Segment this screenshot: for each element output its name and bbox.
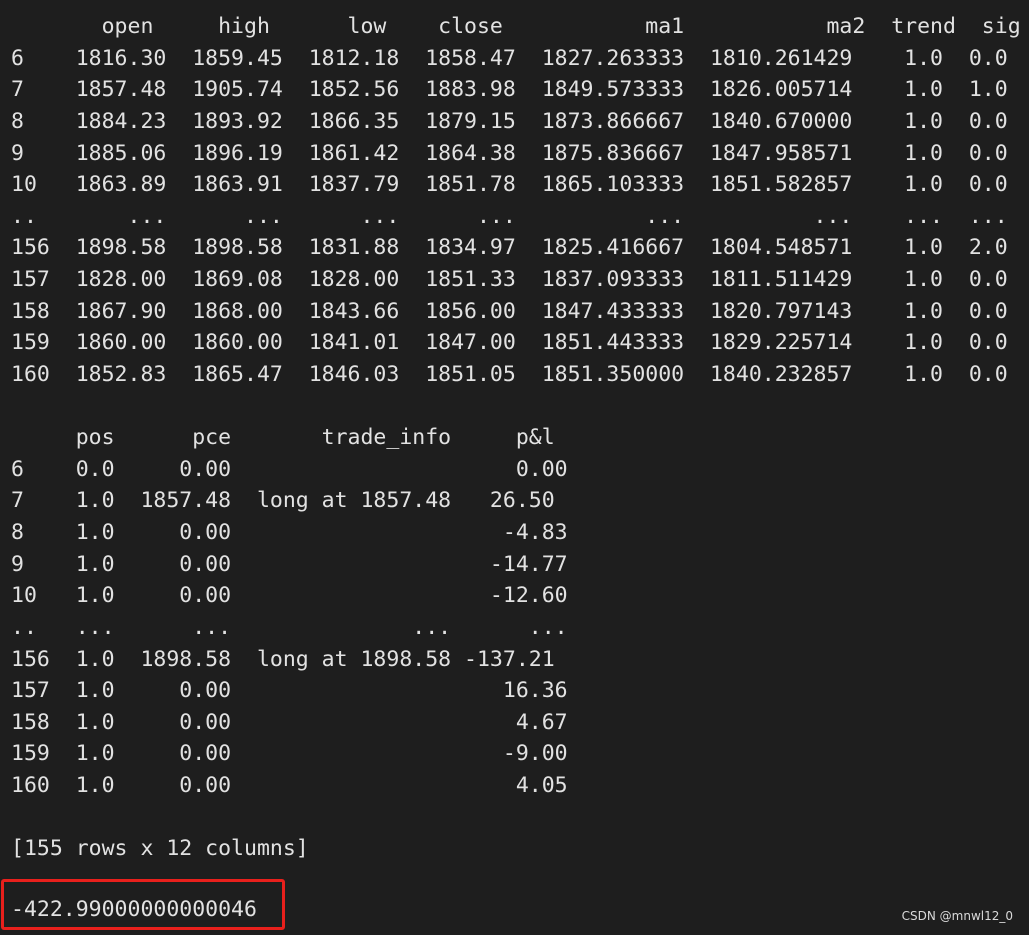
table2-ellipsis-row: .. ... ... ... ... (11, 615, 568, 640)
table2-row: 9 1.0 0.00 -14.77 (11, 552, 568, 577)
table1-row: 160 1852.83 1865.47 1846.03 1851.05 1851… (11, 362, 1008, 387)
table1-row: 6 1816.30 1859.45 1812.18 1858.47 1827.2… (11, 46, 1008, 71)
table2-row: 157 1.0 0.00 16.36 (11, 678, 568, 703)
table2-row: 6 0.0 0.00 0.00 (11, 457, 568, 482)
table1-row: 157 1828.00 1869.08 1828.00 1851.33 1837… (11, 267, 1008, 292)
red-highlight-box (1, 879, 285, 930)
table2-header: pos pce trade_info p&l (11, 425, 555, 450)
table2-row: 156 1.0 1898.58 long at 1898.58 -137.21 (11, 647, 555, 672)
csdn-watermark: CSDN @mnwl12_0 (901, 909, 1013, 923)
table1-row: 8 1884.23 1893.92 1866.35 1879.15 1873.8… (11, 109, 1008, 134)
table2-row: 160 1.0 0.00 4.05 (11, 773, 568, 798)
terminal-output: open high low close ma1 ma2 trend sig Y … (0, 0, 1029, 935)
table2-row: 8 1.0 0.00 -4.83 (11, 520, 568, 545)
table1-row: 156 1898.58 1898.58 1831.88 1834.97 1825… (11, 235, 1008, 260)
table2-row: 7 1.0 1857.48 long at 1857.48 26.50 (11, 488, 555, 513)
table1-ellipsis-row: .. ... ... ... ... ... ... ... ... (11, 204, 1008, 229)
rows-columns-summary: [155 rows x 12 columns] (11, 836, 309, 861)
table1-row: 158 1867.90 1868.00 1843.66 1856.00 1847… (11, 299, 1008, 324)
table1-row: 7 1857.48 1905.74 1852.56 1883.98 1849.5… (11, 77, 1008, 102)
table1-row: 9 1885.06 1896.19 1861.42 1864.38 1875.8… (11, 141, 1008, 166)
table2-row: 158 1.0 0.00 4.67 (11, 710, 568, 735)
table1-row: 159 1860.00 1860.00 1841.01 1847.00 1851… (11, 330, 1008, 355)
table1-header: open high low close ma1 ma2 trend sig Y (11, 14, 1029, 39)
table1-row: 10 1863.89 1863.91 1837.79 1851.78 1865.… (11, 172, 1008, 197)
table2-row: 10 1.0 0.00 -12.60 (11, 583, 568, 608)
table2-row: 159 1.0 0.00 -9.00 (11, 741, 568, 766)
